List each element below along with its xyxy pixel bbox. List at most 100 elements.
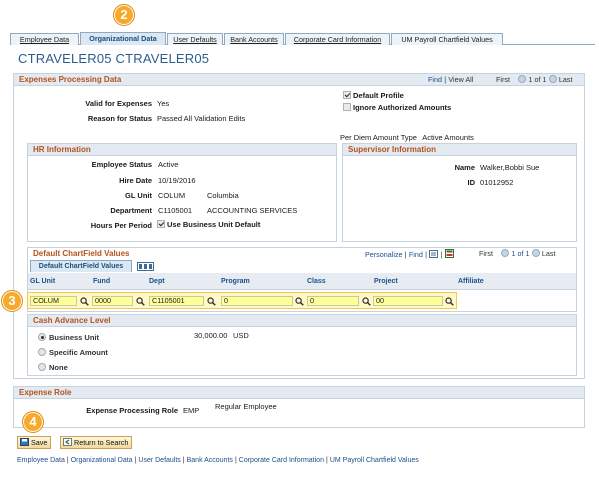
hr-header: HR Information (28, 144, 336, 156)
footer-link-bank-accounts[interactable]: Bank Accounts (187, 457, 233, 464)
per-diem-value: Active Amounts (422, 133, 474, 142)
project-input[interactable]: 00 (373, 296, 443, 306)
department-label: Department (110, 206, 152, 215)
next-icon[interactable] (531, 249, 540, 257)
checkbox-icon (343, 91, 351, 99)
ignore-amounts-checkbox[interactable]: Ignore Authorized Amounts (343, 103, 451, 112)
col-class: Class (307, 278, 326, 285)
radio-icon (38, 363, 46, 371)
cash-advance-header: Cash Advance Level (28, 315, 576, 327)
fund-input[interactable]: 0000 (92, 296, 133, 306)
footer-link-organizational-data[interactable]: Organizational Data (71, 457, 133, 464)
cash-advance-currency: USD (233, 331, 249, 340)
return-to-search-button[interactable]: Return to Search (60, 436, 133, 449)
last-label: Last (558, 75, 573, 84)
row-count: 1 of 1 (528, 75, 547, 84)
return-icon (63, 438, 72, 446)
gl-unit-lookup-icon[interactable] (80, 297, 89, 306)
dept-input[interactable]: C1105001 (149, 296, 204, 306)
hire-date-value: 10/19/2016 (158, 176, 196, 185)
expense-role-header: Expense Role (14, 387, 584, 399)
tab-employee-data[interactable]: Employee Data (10, 33, 79, 45)
supervisor-id-label: ID (467, 178, 476, 187)
checkbox-icon (343, 103, 351, 111)
save-button[interactable]: Save (17, 436, 52, 449)
tab-bank-accounts[interactable]: Bank Accounts (224, 33, 284, 45)
radio-none[interactable]: None (38, 363, 68, 372)
radio-icon (38, 348, 46, 356)
supervisor-group: Supervisor Information (342, 143, 577, 242)
previous-icon[interactable] (501, 249, 510, 257)
page-title: CTRAVELER05 CTRAVELER05 (18, 51, 210, 66)
view-all-link[interactable]: View All (448, 75, 473, 84)
per-diem-label: Per Diem Amount Type (340, 133, 417, 142)
first-label: First (496, 75, 510, 84)
col-project: Project (374, 278, 398, 285)
dept-lookup-icon[interactable] (207, 297, 216, 306)
gl-unit-code: COLUM (158, 191, 186, 200)
previous-icon[interactable] (518, 75, 527, 83)
footer-link-corporate-card[interactable]: Corporate Card Information (239, 457, 324, 464)
personalize-link[interactable]: Personalize (365, 250, 403, 259)
footer-link-um-payroll[interactable]: UM Payroll Chartfield Values (330, 457, 419, 464)
save-icon (20, 438, 29, 446)
cash-advance-amount: 30,000.00 (194, 331, 228, 340)
expense-role-desc: Regular Employee (215, 402, 277, 411)
tab-bar: Employee Data Organizational Data User D… (10, 32, 595, 45)
valid-label: Valid for Expenses (85, 99, 152, 108)
col-affiliate: Affiliate (458, 278, 484, 285)
footer-link-employee-data[interactable]: Employee Data (17, 457, 65, 464)
class-lookup-icon[interactable] (362, 297, 371, 306)
project-lookup-icon[interactable] (445, 297, 454, 306)
expenses-nav: Find | View All (428, 75, 474, 84)
view-all-icon[interactable] (429, 250, 439, 258)
reason-value: Passed All Validation Edits (157, 114, 246, 123)
chartfield-find-link[interactable]: Find (409, 250, 423, 259)
fund-lookup-icon[interactable] (136, 297, 145, 306)
department-code: C1105001 (158, 206, 193, 215)
gl-unit-input[interactable]: COLUM (30, 296, 77, 306)
chartfield-row-nav: First 1 of 1 Last (479, 249, 556, 258)
step-badge-3: 3 (1, 290, 23, 312)
radio-icon (38, 333, 46, 341)
radio-business-unit[interactable]: Business Unit (38, 333, 99, 342)
cash-advance-group: Cash Advance Level (27, 314, 577, 376)
class-input[interactable]: 0 (307, 296, 359, 306)
tab-um-payroll[interactable]: UM Payroll Chartfield Values (391, 33, 503, 45)
col-fund: Fund (93, 278, 111, 285)
tab-user-defaults[interactable]: User Defaults (167, 33, 223, 45)
find-link[interactable]: Find (428, 75, 442, 84)
gl-unit-label: GL Unit (125, 191, 152, 200)
reason-label: Reason for Status (87, 114, 152, 123)
hours-per-period-label: Hours Per Period (90, 221, 152, 230)
step-badge-4: 4 (22, 411, 44, 433)
tab-organizational-data[interactable]: Organizational Data (80, 32, 166, 45)
footer-links: Employee Data | Organizational Data | User D… (17, 457, 419, 464)
col-program: Program (221, 278, 250, 285)
gl-unit-desc: Columbia (207, 191, 239, 200)
hire-date-label: Hire Date (119, 176, 152, 185)
chartfield-toolbar: Personalize | Find | | (365, 249, 454, 259)
step-badge-2: 2 (113, 4, 135, 26)
supervisor-name-value: Walker,Bobbi Sue (480, 163, 540, 172)
use-bu-default-checkbox[interactable]: Use Business Unit Default (157, 220, 260, 229)
supervisor-header: Supervisor Information (343, 144, 576, 156)
col-dept: Dept (149, 278, 165, 285)
program-input[interactable]: 0 (221, 296, 293, 306)
show-all-columns-icon[interactable] (137, 262, 154, 271)
download-grid-icon[interactable] (444, 249, 454, 258)
next-icon[interactable] (548, 75, 557, 83)
expenses-row-nav: First 1 of 1 Last (496, 75, 573, 84)
footer-link-user-defaults[interactable]: User Defaults (138, 457, 180, 464)
employee-status-label: Employee Status (91, 160, 152, 169)
chartfield-subtab[interactable]: Default ChartField Values (30, 260, 132, 272)
chartfield-row-count: 1 of 1 (511, 249, 530, 258)
tab-corporate-card[interactable]: Corporate Card Information (285, 33, 390, 45)
employee-status-value: Active (158, 160, 179, 169)
default-profile-checkbox[interactable]: Default Profile (343, 91, 404, 100)
department-desc: ACCOUNTING SERVICES (207, 206, 298, 215)
per-diem: Per Diem Amount Type Active Amounts (340, 133, 474, 142)
program-lookup-icon[interactable] (295, 297, 304, 306)
checkbox-icon (157, 220, 165, 228)
radio-specific-amount[interactable]: Specific Amount (38, 348, 108, 357)
